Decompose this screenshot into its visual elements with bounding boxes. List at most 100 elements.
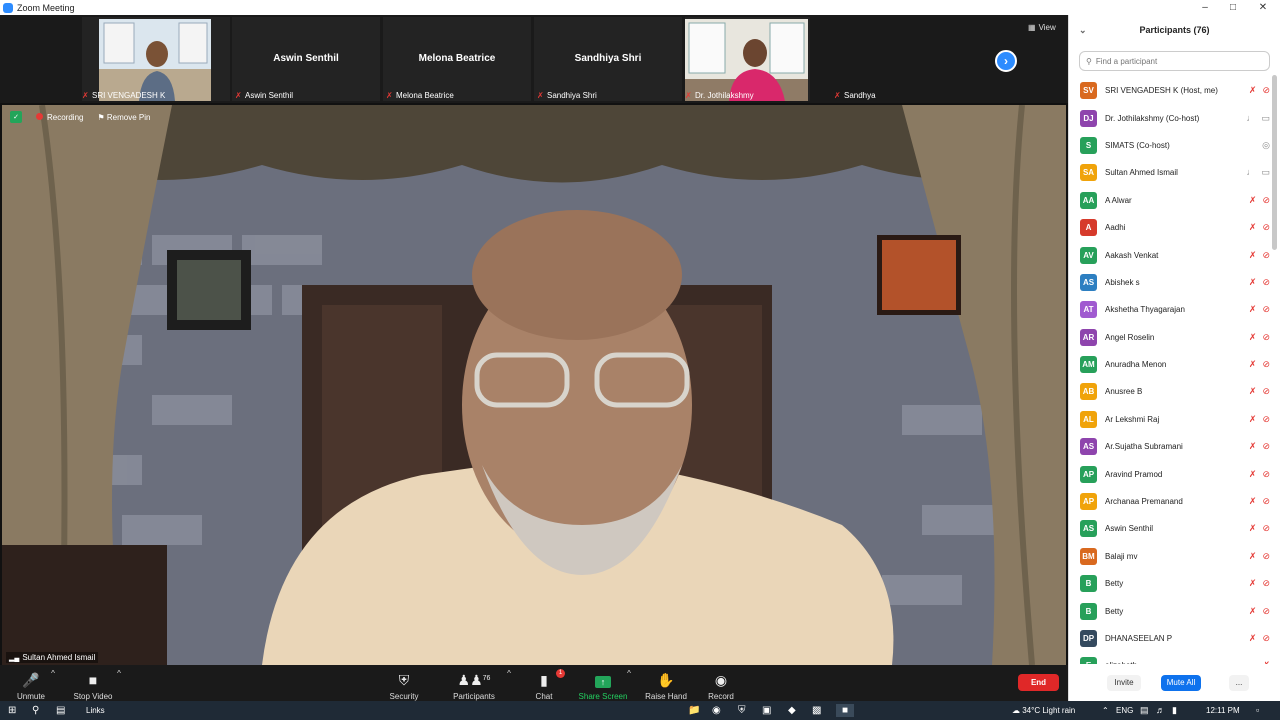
participants-options-caret[interactable]: ^	[504, 669, 514, 678]
store-icon[interactable]: ▣	[762, 704, 771, 717]
mic-muted-icon[interactable]: ✗	[1249, 195, 1257, 206]
video-icon[interactable]: ▭	[1261, 113, 1270, 124]
security-shield-icon[interactable]: ✓	[10, 111, 22, 123]
security-button[interactable]: ⛨ Security	[385, 671, 423, 701]
video-tile[interactable]: Aswin Senthil ✗ Aswin Senthil	[232, 17, 380, 101]
video-off-icon[interactable]: ⊘	[1262, 359, 1270, 370]
mic-muted-icon[interactable]: ✗	[1249, 606, 1257, 617]
video-off-icon[interactable]: ⊘	[1262, 250, 1270, 261]
clock[interactable]: 12:11 PM	[1206, 704, 1240, 717]
active-speaker-video[interactable]: ✓ Recording ⚑ Remove Pin ▂▄ Sultan Ahmed…	[2, 105, 1066, 665]
audio-options-caret[interactable]: ^	[48, 669, 58, 678]
participant-row[interactable]: S SIMATS (Co-host) ◎	[1069, 132, 1274, 159]
mic-muted-icon[interactable]: ✗	[1249, 578, 1257, 589]
video-tile[interactable]: Sandhiya Shri ✗ Sandhiya Shri	[534, 17, 682, 101]
video-tile[interactable]: Melona Beatrice ✗ Melona Beatrice	[383, 17, 531, 101]
language-indicator[interactable]: ENG	[1116, 704, 1133, 717]
minimize-icon[interactable]: –	[1190, 0, 1220, 15]
mic-muted-icon[interactable]: ✗	[1249, 222, 1257, 233]
mic-icon[interactable]: ♩	[1246, 167, 1255, 178]
mic-muted-icon[interactable]: ✗	[1249, 359, 1257, 370]
video-off-icon[interactable]: ⊘	[1262, 606, 1270, 617]
security-app-icon[interactable]: ⛨	[738, 704, 746, 717]
participant-row[interactable]: B Betty ✗ ⊘	[1069, 570, 1274, 597]
windows-start-icon[interactable]: ⊞	[8, 704, 16, 717]
participant-row[interactable]: AM Anuradha Menon ✗ ⊘	[1069, 351, 1274, 378]
participant-row[interactable]: AL Ar Lekshmi Raj ✗ ⊘	[1069, 406, 1274, 433]
notifications-icon[interactable]: ▫	[1256, 704, 1259, 717]
chat-button[interactable]: ▮ 1 Chat	[529, 669, 565, 701]
participant-row[interactable]: AT Akshetha Thyagarajan ✗ ⊘	[1069, 296, 1274, 323]
weather-widget[interactable]: ☁ 34°C Light rain	[1012, 704, 1075, 717]
video-off-icon[interactable]: ⊘	[1262, 304, 1270, 315]
video-options-caret[interactable]: ^	[114, 669, 124, 678]
app-icon[interactable]: ▩	[812, 704, 821, 717]
video-off-icon[interactable]: ⊘	[1262, 195, 1270, 206]
participant-list-scrollbar[interactable]	[1272, 75, 1277, 250]
mic-muted-icon[interactable]: ✗	[1249, 441, 1257, 452]
recording-indicator[interactable]: Recording	[36, 112, 83, 122]
participant-row[interactable]: AS Abishek s ✗ ⊘	[1069, 269, 1274, 296]
video-off-icon[interactable]: ⊘	[1262, 578, 1270, 589]
mic-muted-icon[interactable]: ✗	[1262, 660, 1270, 664]
participant-row[interactable]: AR Angel Roselin ✗ ⊘	[1069, 324, 1274, 351]
mic-muted-icon[interactable]: ✗	[1249, 523, 1257, 534]
mic-muted-icon[interactable]: ✗	[1249, 496, 1257, 507]
participant-row[interactable]: SV SRI VENGADESH K (Host, me) ✗ ⊘	[1069, 77, 1274, 104]
mic-muted-icon[interactable]: ✗	[1249, 551, 1257, 562]
raise-hand-button[interactable]: ✋ Raise Hand	[643, 671, 689, 701]
mic-muted-icon[interactable]: ✗	[1249, 304, 1257, 315]
video-off-icon[interactable]: ⊘	[1262, 277, 1270, 288]
video-off-icon[interactable]: ⊘	[1262, 496, 1270, 507]
collapse-panel-icon[interactable]: ⌄	[1079, 25, 1087, 36]
mic-muted-icon[interactable]: ✗	[1249, 414, 1257, 425]
mic-muted-icon[interactable]: ✗	[1249, 633, 1257, 644]
video-off-icon[interactable]: ⊘	[1262, 85, 1270, 96]
record-button[interactable]: ◉ Record	[705, 671, 737, 701]
close-icon[interactable]: ✕	[1248, 0, 1278, 15]
links-toolbar[interactable]: Links	[86, 704, 105, 717]
mic-muted-icon[interactable]: ✗	[1249, 85, 1257, 96]
participant-row[interactable]: Eelizabeth ✗	[1069, 652, 1274, 664]
video-off-icon[interactable]: ⊘	[1262, 523, 1270, 534]
video-tile[interactable]: ✗ Sandhya	[812, 17, 982, 101]
participant-search[interactable]: ⚲	[1079, 51, 1270, 71]
tray-overflow-icon[interactable]: ⌃	[1102, 704, 1109, 717]
mic-muted-icon[interactable]: ✗	[1249, 332, 1257, 343]
video-off-icon[interactable]: ⊘	[1262, 551, 1270, 562]
participants-button[interactable]: ♟♟76 Participants	[450, 671, 498, 701]
mic-muted-icon[interactable]: ✗	[1249, 250, 1257, 261]
search-input[interactable]	[1095, 56, 1256, 66]
share-options-caret[interactable]: ^	[624, 669, 634, 678]
share-screen-button[interactable]: ↑ Share Screen	[578, 671, 628, 701]
video-off-icon[interactable]: ⊘	[1262, 469, 1270, 480]
video-tile[interactable]: ✗ SRI VENGADESH K	[82, 17, 230, 101]
network-icon[interactable]: ▤	[1140, 704, 1149, 717]
chrome-icon[interactable]: ◉	[712, 704, 721, 717]
more-options-button[interactable]: ...	[1229, 675, 1249, 691]
video-icon[interactable]: ▭	[1261, 167, 1270, 178]
participant-row[interactable]: DJ Dr. Jothilakshmy (Co-host) ♩ ▭	[1069, 104, 1274, 131]
participant-row[interactable]: BM Balaji mv ✗ ⊘	[1069, 543, 1274, 570]
participant-row[interactable]: AS Ar.Sujatha Subramani ✗ ⊘	[1069, 433, 1274, 460]
next-page-button[interactable]: ›	[995, 50, 1017, 72]
participant-row[interactable]: AB Anusree B ✗ ⊘	[1069, 378, 1274, 405]
video-off-icon[interactable]: ⊘	[1262, 441, 1270, 452]
video-off-icon[interactable]: ⊘	[1262, 633, 1270, 644]
video-off-icon[interactable]: ⊘	[1262, 222, 1270, 233]
battery-icon[interactable]: ▮	[1172, 704, 1177, 717]
remove-pin-button[interactable]: ⚑ Remove Pin	[97, 113, 150, 122]
stop-video-button[interactable]: ■ Stop Video	[70, 671, 116, 701]
app-icon[interactable]: ◆	[788, 704, 796, 717]
participant-row[interactable]: SA Sultan Ahmed Ismail ♩ ▭	[1069, 159, 1274, 186]
participant-row[interactable]: DP DHANASEELAN P ✗ ⊘	[1069, 625, 1274, 652]
mute-all-button[interactable]: Mute All	[1161, 675, 1201, 691]
video-off-icon[interactable]: ⊘	[1262, 332, 1270, 343]
mic-icon[interactable]: ♩	[1246, 113, 1255, 124]
mic-muted-icon[interactable]: ✗	[1249, 277, 1257, 288]
maximize-icon[interactable]: □	[1218, 0, 1248, 15]
unmute-button[interactable]: 🎤 Unmute	[14, 671, 48, 701]
volume-icon[interactable]: ♬	[1156, 704, 1165, 717]
participant-row[interactable]: AA A Alwar ✗ ⊘	[1069, 187, 1274, 214]
file-explorer-icon[interactable]: 📁	[688, 704, 700, 717]
